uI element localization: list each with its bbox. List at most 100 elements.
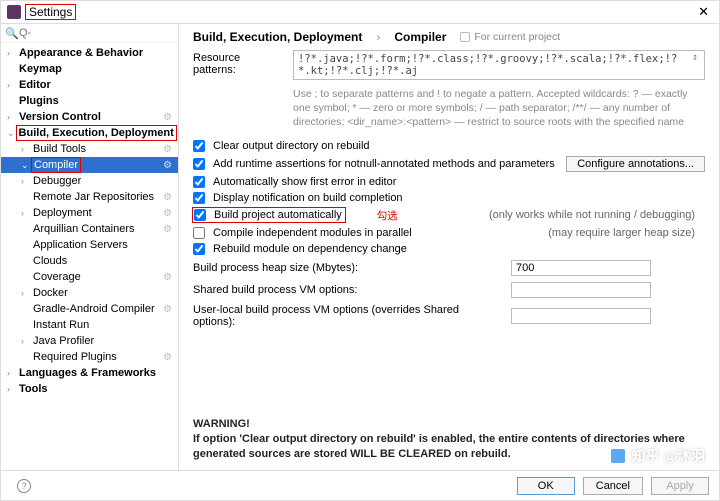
tree-item-label: Arquillian Containers [33, 223, 135, 235]
cancel-button[interactable]: Cancel [583, 477, 643, 495]
user-vm-label: User-local build process VM options (ove… [193, 304, 503, 328]
twisty-icon: ⌄ [21, 160, 30, 171]
close-icon[interactable]: ✕ [694, 4, 713, 20]
tree-item-remote-jar-repositories[interactable]: Remote Jar Repositories ⚙ [1, 189, 178, 205]
warning-block: WARNING! If option 'Clear output directo… [193, 411, 705, 466]
twisty-icon: › [21, 208, 30, 218]
app-icon [7, 5, 21, 19]
help-icon[interactable]: ? [17, 479, 31, 493]
tree-item-plugins[interactable]: Plugins [1, 93, 178, 109]
tree-item-instant-run[interactable]: Instant Run [1, 317, 178, 333]
shared-vm-input[interactable] [511, 282, 651, 298]
tree-item-label: Docker [33, 287, 68, 299]
tree-item-java-profiler[interactable]: ›Java Profiler [1, 333, 178, 349]
check-label: Clear output directory on rebuild [213, 140, 370, 152]
twisty-icon: › [21, 288, 30, 298]
gear-icon: ⚙ [163, 272, 172, 283]
twisty-icon: › [21, 144, 30, 154]
tree-item-label: Appearance & Behavior [19, 47, 143, 59]
tree-item-required-plugins[interactable]: Required Plugins⚙ [1, 349, 178, 365]
tree-item-keymap[interactable]: Keymap [1, 61, 178, 77]
tree-item-label: Instant Run [33, 319, 89, 331]
check-note: (only works while not running / debuggin… [489, 209, 705, 221]
heap-size-label: Build process heap size (Mbytes): [193, 262, 503, 274]
tree-item-build-tools[interactable]: ›Build Tools ⚙ [1, 141, 178, 157]
gear-icon: ⚙ [163, 160, 172, 171]
twisty-icon: ⌄ [7, 128, 15, 139]
tree-item-label: Editor [19, 79, 51, 91]
patterns-label: Resource patterns: [193, 50, 285, 76]
configure-annotations-button[interactable]: Configure annotations... [566, 156, 705, 172]
twisty-icon: › [7, 112, 16, 122]
tree-item-build-execution-deployment[interactable]: ⌄Build, Execution, Deployment [1, 125, 178, 141]
check-note: (may require larger heap size) [548, 227, 705, 239]
tree-item-label: Remote Jar Repositories [33, 191, 154, 203]
tree-item-application-servers[interactable]: Application Servers [1, 237, 178, 253]
check-row-2: Automatically show first error in editor [193, 174, 705, 190]
chevron-right-icon: › [376, 30, 380, 44]
gear-icon: ⚙ [163, 144, 172, 155]
check-row-5: Compile independent modules in parallel(… [193, 225, 705, 241]
tree-item-compiler[interactable]: ⌄Compiler ⚙ [1, 157, 178, 173]
checkbox-1[interactable] [193, 158, 205, 170]
tree-item-label: Clouds [33, 255, 67, 267]
heap-size-input[interactable] [511, 260, 651, 276]
check-row-0: Clear output directory on rebuild [193, 138, 705, 154]
tree-item-arquillian-containers[interactable]: Arquillian Containers⚙ [1, 221, 178, 237]
scope-hint-label: For current project [474, 31, 560, 43]
tree-item-coverage[interactable]: Coverage ⚙ [1, 269, 178, 285]
tree-item-docker[interactable]: ›Docker [1, 285, 178, 301]
checkbox-3[interactable] [193, 192, 205, 204]
apply-button[interactable]: Apply [651, 477, 709, 495]
tree-item-gradle-android-compiler[interactable]: Gradle-Android Compiler⚙ [1, 301, 178, 317]
gear-icon: ⚙ [163, 208, 172, 219]
tree-item-appearance-behavior[interactable]: ›Appearance & Behavior [1, 45, 178, 61]
check-row-3: Display notification on build completion [193, 190, 705, 206]
warning-text: If option 'Clear output directory on reb… [193, 432, 705, 462]
window-title: Settings [25, 4, 76, 20]
twisty-icon: › [7, 80, 16, 90]
check-row-6: Rebuild module on dependency change [193, 241, 705, 257]
tree-item-label: Compiler [33, 159, 79, 171]
tree-item-label: Keymap [19, 63, 62, 75]
breadcrumb-root[interactable]: Build, Execution, Deployment [193, 30, 362, 44]
resource-patterns-input[interactable]: !?*.java;!?*.form;!?*.class;!?*.groovy;!… [293, 50, 705, 80]
tree-item-label: Build Tools [33, 143, 86, 155]
tree-item-deployment[interactable]: ›Deployment⚙ [1, 205, 178, 221]
twisty-icon: › [21, 336, 30, 346]
checkbox-4[interactable] [194, 209, 206, 221]
scope-hint: For current project [460, 31, 560, 43]
tree-item-label: Coverage [33, 271, 81, 283]
twisty-icon: › [7, 384, 16, 394]
tree-item-label: Languages & Frameworks [19, 367, 156, 379]
tree-item-label: Required Plugins [33, 351, 117, 363]
search-input[interactable] [1, 24, 178, 42]
tree-item-label: Plugins [19, 95, 59, 107]
search-row: 🔍 [1, 24, 178, 43]
dialog-footer: ? OK Cancel Apply [1, 470, 719, 500]
settings-tree[interactable]: ›Appearance & BehaviorKeymap›EditorPlugi… [1, 43, 178, 470]
checkbox-0[interactable] [193, 140, 205, 152]
twisty-icon: › [7, 368, 16, 378]
tree-item-tools[interactable]: ›Tools [1, 381, 178, 397]
checkbox-5[interactable] [193, 227, 205, 239]
ok-button[interactable]: OK [517, 477, 575, 495]
gear-icon: ⚙ [163, 192, 172, 203]
tree-item-label: Java Profiler [33, 335, 94, 347]
tree-item-label: Debugger [33, 175, 81, 187]
tree-item-debugger[interactable]: ›Debugger [1, 173, 178, 189]
tree-item-label: Version Control [19, 111, 101, 123]
user-vm-input[interactable] [511, 308, 651, 324]
warning-heading: WARNING! [193, 417, 705, 432]
checkbox-6[interactable] [193, 243, 205, 255]
check-row-1: Add runtime assertions for notnull-annot… [193, 154, 705, 174]
checkbox-2[interactable] [193, 176, 205, 188]
tree-item-clouds[interactable]: Clouds [1, 253, 178, 269]
check-label: Display notification on build completion [213, 192, 403, 204]
tree-item-editor[interactable]: ›Editor [1, 77, 178, 93]
expand-icon[interactable]: ↕ [688, 52, 702, 66]
gear-icon: ⚙ [163, 112, 172, 123]
tree-item-languages-frameworks[interactable]: ›Languages & Frameworks [1, 365, 178, 381]
tree-item-version-control[interactable]: ›Version Control ⚙ [1, 109, 178, 125]
shared-vm-label: Shared build process VM options: [193, 284, 503, 296]
